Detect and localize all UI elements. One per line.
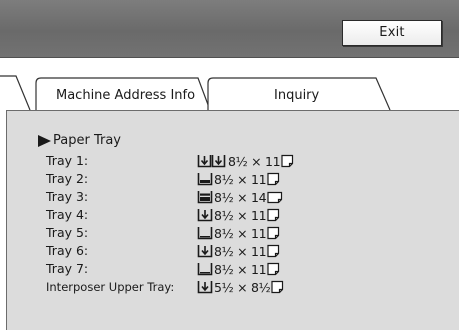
paper-orientation-icon (267, 172, 280, 186)
tray-label: Tray 5: (46, 225, 89, 240)
tray-row-6: Tray 6: 8½ × 11 (46, 242, 446, 260)
top-bar: Exit (0, 0, 459, 58)
double-feed-tray-icon (197, 155, 226, 168)
tray-row-1: Tray 1: 8½ × 11 (46, 152, 446, 170)
tab-strip: Machine Address Info Inquiry (0, 58, 459, 118)
paper-tray-heading: Paper Tray (38, 133, 121, 149)
arrow-right-icon (38, 135, 51, 147)
tray-label: Tray 3: (46, 189, 89, 204)
tray-row-2: Tray 2: 8½ × 11 (46, 170, 446, 188)
tray-paper-size: 8½ × 11 (214, 171, 267, 187)
tray-paper-size: 8½ × 14 (214, 189, 267, 205)
tray-paper-size: 8½ × 11 (214, 243, 267, 259)
paper-orientation-icon (271, 280, 284, 294)
tray-value: 8½ × 11 (197, 224, 280, 242)
tray-row-5: Tray 5: 8½ × 11 (46, 224, 446, 242)
tray-empty-icon (197, 227, 213, 240)
tray-feed-arrow-icon (197, 281, 213, 294)
tray-paper-size: 8½ × 11 (228, 153, 281, 169)
tray-value: 5½ × 8½ (197, 278, 284, 296)
tray-paper-size: 8½ × 11 (214, 261, 267, 277)
tray-label: Tray 1: (46, 153, 89, 168)
tray-paper-size: 5½ × 8½ (214, 279, 271, 295)
tray-feed-arrow-icon (197, 209, 213, 222)
exit-button[interactable]: Exit (342, 20, 442, 46)
tray-paper-size: 8½ × 11 (214, 225, 267, 241)
tab-inquiry[interactable]: Inquiry (274, 88, 319, 104)
paper-orientation-icon (267, 244, 280, 258)
paper-orientation-icon (267, 191, 283, 204)
tray-value: 8½ × 11 (197, 260, 280, 278)
tray-feed-arrow-icon (197, 245, 213, 258)
tray-empty-icon (197, 263, 213, 276)
tab-previous-partial[interactable] (0, 75, 31, 111)
tray-value: 8½ × 11 (197, 170, 280, 188)
tab-machine-address-info[interactable]: Machine Address Info (56, 88, 195, 104)
tray-row-3: Tray 3: 8½ × 14 (46, 188, 446, 206)
tray-label: Tray 6: (46, 243, 89, 258)
paper-orientation-icon (267, 226, 280, 240)
tray-row-4: Tray 4: 8½ × 11 (46, 206, 446, 224)
paper-orientation-icon (267, 208, 280, 222)
tray-value: 8½ × 11 (197, 152, 294, 170)
tray-full-icon (197, 191, 213, 204)
paper-orientation-icon (267, 262, 280, 276)
tray-label: Tray 7: (46, 261, 89, 276)
tray-value: 8½ × 11 (197, 206, 280, 224)
tray-row-7: Tray 7: 8½ × 11 (46, 260, 446, 278)
tray-row-interposer-upper: Interposer Upper Tray: 5½ × 8½ (46, 278, 446, 296)
tray-label: Tray 4: (46, 207, 89, 222)
tray-label: Interposer Upper Tray: (46, 280, 175, 294)
tray-paper-size: 8½ × 11 (214, 207, 267, 223)
paper-tray-title: Paper Tray (53, 133, 121, 148)
paper-orientation-icon (281, 154, 294, 168)
tray-label: Tray 2: (46, 171, 89, 186)
tray-half-full-icon (197, 173, 213, 186)
tray-value: 8½ × 11 (197, 242, 280, 260)
tray-value: 8½ × 14 (197, 188, 283, 206)
